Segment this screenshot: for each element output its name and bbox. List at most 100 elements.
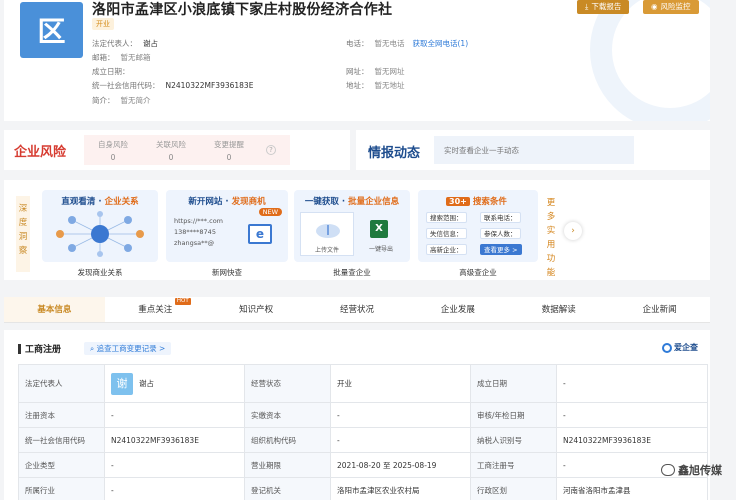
phone-value: 暂无电话 [374,39,405,48]
chevron-right-icon[interactable]: › [564,222,582,240]
side-char: 实 [546,226,556,236]
cell-key: 法定代表人 [18,364,105,403]
website-row: 网址： 暂无网址 [346,66,405,77]
side-char: 察 [18,246,28,256]
tile-caption[interactable]: 高级查企业 [418,267,538,278]
tile-new-website[interactable]: 新开网站 · 发现商机 NEW https://***.com 138****8… [166,190,288,262]
tile-business-relation[interactable]: 直观看清 · 企业关系 [42,190,158,262]
get-phone-link[interactable]: 获取全网电话(1) [413,39,469,48]
tab-news[interactable]: 企业新闻 [609,297,710,322]
preview-email: zhangsa**@ [174,239,215,247]
company-name: 洛阳市孟津区小浪底镇下家庄村股份经济合作社 [92,2,393,18]
risk-item-label: 变更提醒 [214,139,244,149]
side-char: 用 [546,240,556,250]
tab-data-insight[interactable]: 数据解读 [508,297,609,322]
download-report-label: 下载报告 [591,2,622,11]
registration-table: 法定代表人 谢谢占 经营状态 开业 成立日期 - 注册资本 - 实缴资本 - 审… [18,364,708,500]
cell-value: 洛阳市孟津区农业农村局 [330,477,471,500]
cell-value: - [330,402,471,428]
insight-panel: 深 度 洞 察 直观看清 · 企业关系 发现商业关系 新开网站 · 发现商机 N… [4,180,710,280]
side-char: 度 [18,218,28,228]
tab-development[interactable]: 企业发展 [407,297,508,322]
cell-key: 成立日期 [470,364,557,403]
cell-value: - [330,427,471,453]
cell-value: - [556,364,708,403]
credit-row: 统一社会信用代码： N2410322MF3936183E [92,80,253,91]
filter-chip: 联系电话： [480,212,521,223]
table-row: 法定代表人 谢谢占 经营状态 开业 成立日期 - [18,364,708,403]
email-row: 邮箱： 暂无邮箱 [92,52,151,63]
side-char: 洞 [18,232,28,242]
intro-row: 简介： 暂无简介 [92,95,151,106]
cell-value: - [556,402,708,428]
risk-item-related[interactable]: 关联风险 0 [142,139,200,162]
view-more-chip: 查看更多 > [480,244,522,255]
risk-item-self[interactable]: 自身风险 0 [84,139,142,162]
filter-chip: 高新企业： [426,244,467,255]
cell-value: 谢谢占 [104,364,245,403]
preview-url: https://***.com [174,217,223,225]
cell-key: 营业期限 [244,452,331,478]
risk-item-label: 自身风险 [98,139,128,149]
tile-batch-query[interactable]: 一键获取 · 批量企业信息 上传文件 X 一键导出 [294,190,410,262]
news-title: 情报动态 [368,146,421,161]
status-badge: 开业 [92,18,114,30]
side-char: 多 [546,212,556,222]
tile-title: 一键获取 · 批量企业信息 [294,195,410,207]
cell-key: 纳税人识别号 [470,427,557,453]
credit-label: 统一社会信用代码： [92,81,160,90]
tab-label: 重点关注 [138,305,173,315]
cloud-upload-icon [316,224,340,238]
email-label: 邮箱： [92,53,115,62]
cell-value: - [104,477,245,500]
tile-title-b: 搜索条件 [472,197,507,207]
tab-ip[interactable]: 知识产权 [206,297,307,322]
legal-rep-value[interactable]: 谢占 [143,39,158,48]
relation-graph-icon [56,211,144,257]
tile-caption[interactable]: 新网快查 [166,267,288,278]
trace-change-label: 追查工商变更记录 > [96,344,166,353]
tile-advanced-search[interactable]: 30+ 搜索条件 搜索范围： 联系电话： 失信信息： 参保人数： 高新企业： 查看… [418,190,538,262]
search-icon: ⌕ [90,344,97,353]
cell-key: 注册资本 [18,402,105,428]
trace-change-link[interactable]: ⌕ 追查工商变更记录 > [84,342,172,355]
address-value: 暂无地址 [374,81,405,90]
download-report-button[interactable]: ⤓ 下载报告 [577,0,630,14]
news-panel: 情报动态 [356,130,710,170]
risk-monitor-button[interactable]: ◉ 风险监控 [643,0,699,14]
tile-title-a: 一键获取 · [304,197,349,207]
founded-row: 成立日期： [92,66,136,77]
cell-key: 行政区划 [470,477,557,500]
cell-value: N2410322MF3936183E [556,427,708,453]
cell-value: N2410322MF3936183E [104,427,245,453]
side-tag-more-features[interactable]: 更 多 实 用 功 能 [544,196,558,280]
tab-key-focus[interactable]: 重点关注 HOT [105,297,206,322]
phone-label: 电话： [346,39,369,48]
legal-rep-name[interactable]: 谢占 [139,379,154,388]
tab-basic-info[interactable]: 基本信息 [4,297,105,322]
news-search-input[interactable] [434,136,634,164]
risk-item-change[interactable]: 变更提醒 0 [200,139,258,162]
cell-key: 经营状态 [244,364,331,403]
cell-key: 工商注册号 [470,452,557,478]
risk-monitor-label: 风险监控 [660,2,691,11]
avatar: 谢 [111,372,133,395]
legal-rep-label: 法定代表人： [92,39,137,48]
tab-operations[interactable]: 经营状况 [307,297,408,322]
tile-caption[interactable]: 发现商业关系 [42,267,158,278]
table-row: 企业类型 - 营业期限 2021-08-20 至 2025-08-19 工商注册… [18,452,708,478]
upload-label: 上传文件 [314,247,339,254]
credit-value: N2410322MF3936183E [165,81,254,90]
cell-key: 所属行业 [18,477,105,500]
table-row: 统一社会信用代码 N2410322MF3936183E 组织机构代码 - 纳税人… [18,427,708,453]
help-icon[interactable]: ? [266,145,276,155]
tile-title-a: 新开网站 · [188,197,232,207]
cell-key: 企业类型 [18,452,105,478]
tile-caption[interactable]: 批量查企业 [294,267,410,278]
email-value: 暂无邮箱 [120,53,151,62]
tile-title-b: 批量企业信息 [348,197,400,207]
risk-item-label: 关联风险 [156,139,186,149]
risk-item-count: 0 [110,152,116,162]
download-icon: ⤓ [585,2,589,11]
brand-circle-icon [662,342,672,353]
